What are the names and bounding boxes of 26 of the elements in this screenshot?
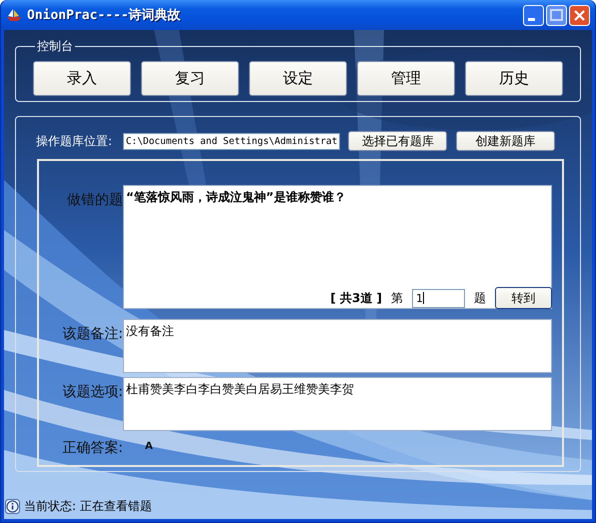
number-prefix: 第: [391, 290, 403, 306]
note-label: 该题备注:: [61, 325, 123, 344]
path-label: 操作题库位置:: [36, 132, 114, 150]
toolbar-button[interactable]: 复习: [141, 61, 239, 96]
toolbar-button[interactable]: 历史: [465, 61, 563, 96]
total-count: [ 共3道 ]: [330, 290, 382, 306]
answer-value: A: [144, 440, 154, 454]
window-title: OnionPrac----诗词典故: [27, 7, 181, 24]
question-box[interactable]: “笔落惊风雨，诗成泣鬼神”是谁称赞谁？ [ 共3道 ] 第 1 题 转到: [123, 185, 552, 309]
note-box[interactable]: 没有备注: [123, 319, 552, 373]
toolbar-button[interactable]: 管理: [357, 61, 455, 96]
toolbar-button[interactable]: 设定: [249, 61, 347, 96]
number-field[interactable]: 1: [412, 288, 465, 308]
number-suffix: 题: [474, 290, 486, 306]
library-button[interactable]: 创建新题库: [456, 131, 555, 151]
group-title: 控制台: [36, 38, 74, 55]
answer-label: 正确答案:: [61, 439, 123, 457]
status-text: 当前状态: 正在查看错题: [24, 498, 152, 515]
options-box[interactable]: 杜甫赞美李白李白赞美白居易王维赞美李贺: [123, 377, 552, 431]
question-label: 做错的题: [66, 191, 123, 210]
path-field[interactable]: C:\Documents and Settings\Administrat: [122, 132, 340, 150]
options-label: 该题选项:: [61, 383, 123, 402]
go-button[interactable]: 转到: [495, 287, 552, 309]
question-text: “笔落惊风雨，诗成泣鬼神”是谁称赞谁？: [126, 189, 346, 206]
library-button[interactable]: 选择已有题库: [348, 131, 448, 151]
toolbar-button[interactable]: 录入: [33, 61, 131, 96]
